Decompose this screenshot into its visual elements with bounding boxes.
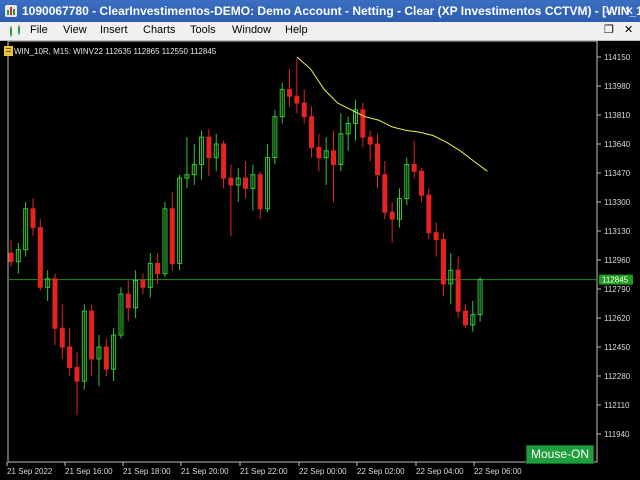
time-tick-label: 22 Sep 02:00 [357,467,405,476]
time-tick-label: 22 Sep 06:00 [474,467,522,476]
bear-candle [455,269,461,312]
price-tick-label: 112960 [604,256,631,265]
title-bar: 1090067780 - ClearInvestimentos-DEMO: De… [0,0,640,22]
app-icon [5,5,17,17]
bear-candle [440,239,446,285]
bear-candle [67,346,73,368]
price-tick-label: 114150 [604,53,631,62]
bear-candle [426,194,432,234]
price-tick-label: 113300 [604,198,631,207]
price-tick-label: 112110 [604,401,630,410]
price-chart[interactable]: 114150 113980 113810 113640 113470 113300 1131… [0,41,640,480]
price-tick-label: 112450 [604,343,631,352]
bear-candle [418,170,424,196]
menu-help[interactable]: Help [285,24,308,36]
bear-candle [206,136,212,159]
price-tick-label: 113130 [604,227,631,236]
time-tick-label: 21 Sep 16:00 [65,467,113,476]
bear-candle [52,278,58,329]
bear-candle [375,143,380,176]
menu-tools[interactable]: Tools [190,24,216,36]
price-tick-label: 112790 [604,285,631,294]
chart-info-line: WIN_10R, M15: WINV22 112635 112865 11255… [14,47,217,56]
price-tick-label: 113980 [604,82,631,91]
price-tick-label: 113640 [604,140,631,149]
price-tick-label: 111940 [604,430,630,439]
bear-candle [243,177,249,189]
bear-candle [462,310,468,326]
bear-candle [140,279,146,288]
bear-candle [74,366,80,382]
bear-candle [228,177,234,186]
time-tick-label: 21 Sep 20:00 [181,467,229,476]
menu-view[interactable]: View [63,24,87,36]
bear-candle [169,208,175,264]
bear-candle [367,136,373,145]
window-title: 1090067780 - ClearInvestimentos-DEMO: De… [22,4,640,18]
menu-window[interactable]: Window [232,24,271,36]
menu-bar: File View Insert Charts Tools Window Hel… [0,22,640,41]
bear-candle [411,163,417,172]
bear-candle [30,208,36,229]
bear-candle [360,109,366,138]
chart-area[interactable]: 114150 113980 113810 113640 113470 113300 1131… [0,41,640,480]
bear-candle [294,95,300,104]
close-button[interactable]: ✕ [620,3,638,19]
time-tick-label: 21 Sep 22:00 [240,467,288,476]
minimize-button[interactable]: – [600,3,618,19]
time-tick-label: 21 Sep 18:00 [123,467,171,476]
bear-candle [125,293,131,309]
bear-candle [155,262,161,275]
bear-candle [301,102,307,118]
current-price-label: 112845 [602,276,629,285]
symbol-icon [4,46,13,56]
price-tick-label: 112280 [604,372,631,381]
bear-candle [433,232,439,241]
bear-candle [389,211,395,220]
time-tick-label: 22 Sep 00:00 [299,467,347,476]
bear-candle [37,227,43,288]
bear-candle [331,150,337,165]
bear-candle [257,174,263,210]
close-chart-button[interactable]: ✕ [624,23,633,36]
bear-candle [103,346,109,370]
bear-candle [316,146,322,159]
moving-average-line [296,56,488,172]
bear-candle [89,310,95,360]
menu-file[interactable]: File [30,24,48,36]
chart-window-icon[interactable] [8,24,24,38]
time-tick-label: 22 Sep 04:00 [416,467,464,476]
price-tick-label: 113810 [604,111,631,120]
bear-candle [382,174,388,213]
mouse-on-button[interactable]: Mouse-ON [526,445,594,464]
bear-candle [8,252,14,263]
menu-charts[interactable]: Charts [143,24,175,36]
bear-candle [221,143,227,179]
time-tick-label: 21 Sep 2022 [7,467,53,476]
bear-candle [59,327,65,348]
bear-candle [287,88,293,97]
bear-candle [309,116,315,148]
price-tick-label: 113470 [604,169,631,178]
price-tick-label: 112620 [604,314,631,323]
restore-chart-button[interactable]: ❐ [604,23,614,36]
menu-insert[interactable]: Insert [100,24,128,36]
